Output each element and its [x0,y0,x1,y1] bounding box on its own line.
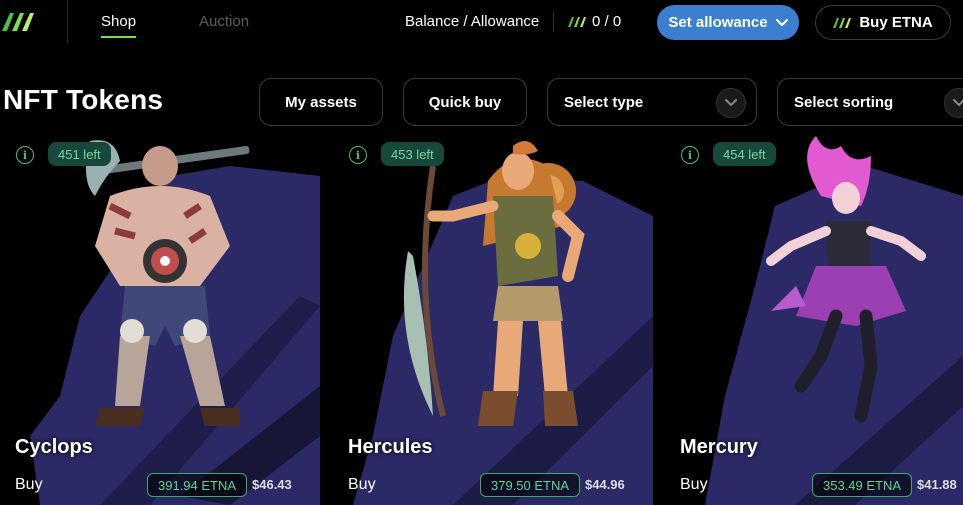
balance-value-group: 0 / 0 [568,13,621,30]
set-allowance-button[interactable]: Set allowance [657,5,799,40]
chevron-down-icon [775,18,788,26]
chevron-down-icon [944,88,963,118]
my-assets-button[interactable]: My assets [259,78,383,126]
price-usd: $46.43 [252,477,292,492]
remaining-badge: 454 left [713,142,776,166]
remaining-badge: 451 left [48,142,111,166]
nft-card-cyclops[interactable]: i 451 left Cyclops Buy 391.94 ETNA $46.4… [0,136,320,505]
select-type-dropdown[interactable]: Select type [547,78,757,126]
set-allowance-label: Set allowance [668,14,768,31]
buy-link[interactable]: Buy [15,476,43,494]
cyclops-illustration [86,140,250,426]
card-title: Mercury [680,436,758,458]
nav-divider [67,0,68,43]
card-title: Cyclops [15,436,93,458]
buy-link[interactable]: Buy [680,476,708,494]
buy-etna-button[interactable]: Buy ETNA [815,5,951,40]
mercury-illustration [766,136,926,423]
tab-shop[interactable]: Shop [101,13,137,38]
quick-buy-button[interactable]: Quick buy [403,78,527,126]
balance-divider [553,12,554,32]
top-navbar: Shop Auction Balance / Allowance 0 / 0 S… [0,0,963,44]
price-etna-badge: 379.50 ETNA [480,473,581,497]
price-usd: $44.96 [585,477,625,492]
info-icon[interactable]: i [16,146,34,164]
price-usd: $41.88 [917,477,957,492]
balance-label: Balance / Allowance [405,13,540,30]
chevron-down-icon [716,88,746,118]
remaining-badge: 453 left [381,142,444,166]
balance-value: 0 / 0 [592,13,622,30]
etna-token-icon [568,16,586,27]
select-sorting-dropdown[interactable]: Select sorting [777,78,963,126]
page-title: NFT Tokens [3,84,164,115]
select-type-placeholder: Select type [564,93,644,111]
nft-card-mercury[interactable]: i 454 left Mercury Buy 353.49 ETNA $41.8… [665,136,963,505]
logo-icon[interactable] [2,9,38,33]
tab-auction[interactable]: Auction [199,13,249,30]
hercules-illustration [403,141,585,426]
etna-token-icon [833,17,852,28]
card-title: Hercules [348,436,433,458]
price-etna-badge: 391.94 ETNA [147,473,248,497]
select-sorting-placeholder: Select sorting [794,93,894,111]
nft-card-hercules[interactable]: i 453 left Hercules Buy 379.50 ETNA $44.… [333,136,653,505]
buy-etna-label: Buy ETNA [859,14,933,31]
info-icon[interactable]: i [349,146,367,164]
price-etna-badge: 353.49 ETNA [812,473,913,497]
buy-link[interactable]: Buy [348,476,376,494]
info-icon[interactable]: i [681,146,699,164]
